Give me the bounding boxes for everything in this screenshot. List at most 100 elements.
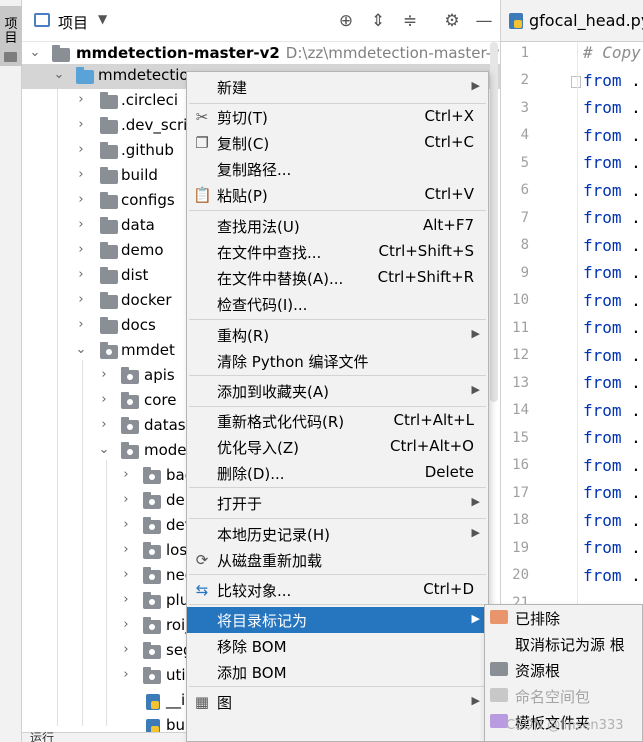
tree-label: mmdetection [98, 66, 199, 84]
locate-icon[interactable]: ⊕ [336, 11, 356, 31]
code-comment: # Copy [583, 43, 641, 62]
submenu-item-excluded[interactable]: 已排除 [485, 605, 642, 631]
menu-item-mark-directory-as[interactable]: 将目录标记为 ▶ [187, 607, 488, 633]
menu-separator [189, 686, 486, 687]
chevron-right-icon[interactable]: › [97, 417, 111, 432]
project-panel-title[interactable]: 项目 [58, 12, 88, 33]
line-number: 9 [520, 265, 529, 281]
chevron-right-icon[interactable]: › [119, 542, 133, 557]
tree-label: dist [121, 266, 149, 284]
menu-item-clean-python[interactable]: 清除 Python 编译文件 [187, 348, 488, 374]
code-line: from . [583, 566, 641, 585]
menu-item-cut[interactable]: ✂ 剪切(T) Ctrl+X [187, 104, 488, 130]
package-folder-icon [143, 492, 161, 509]
chevron-down-icon[interactable]: ⌄ [74, 342, 88, 357]
menu-item-paste[interactable]: 📋 粘贴(P) Ctrl+V [187, 182, 488, 208]
chevron-right-icon[interactable]: › [74, 92, 88, 107]
menu-item-reformat-code[interactable]: 重新格式化代码(R) Ctrl+Alt+L [187, 408, 488, 434]
chevron-down-icon[interactable]: ⌄ [52, 67, 66, 82]
menu-separator [189, 604, 486, 605]
tree-label: mmdet [121, 341, 175, 359]
line-number: 10 [512, 292, 529, 308]
menu-item-inspect-code[interactable]: 检查代码(I)... [187, 291, 488, 317]
chevron-right-icon[interactable]: › [74, 142, 88, 157]
chevron-right-icon[interactable]: › [97, 367, 111, 382]
chevron-right-icon[interactable]: › [74, 167, 88, 182]
chevron-right-icon[interactable]: › [74, 117, 88, 132]
chevron-right-icon[interactable]: › [119, 592, 133, 607]
keyword: from [583, 208, 622, 227]
chevron-right-icon[interactable]: › [119, 642, 133, 657]
code-line: from . [583, 208, 641, 227]
package-folder-icon [143, 667, 161, 684]
chevron-right-icon[interactable]: › [74, 217, 88, 232]
tree-scrollbar[interactable] [490, 42, 498, 402]
python-file-icon [509, 13, 523, 29]
chevron-right-icon[interactable]: › [74, 192, 88, 207]
menu-item-copy-path[interactable]: 复制路径... [187, 156, 488, 182]
chevron-right-icon[interactable]: › [74, 242, 88, 257]
menu-item-new[interactable]: 新建 ▶ [187, 74, 488, 100]
fold-marker-icon[interactable] [571, 76, 581, 88]
package-folder-icon [143, 542, 161, 559]
chevron-right-icon[interactable]: › [119, 567, 133, 582]
keyword: from [583, 428, 622, 447]
chevron-right-icon[interactable]: › [119, 667, 133, 682]
chevron-right-icon[interactable]: › [74, 292, 88, 307]
folder-icon [100, 192, 118, 209]
package-folder-icon [143, 567, 161, 584]
hide-panel-icon[interactable]: — [474, 11, 494, 31]
editor-tab-label: gfocal_head.py [529, 11, 643, 30]
chevron-down-icon[interactable]: ▼ [98, 12, 107, 26]
menu-item-add-to-favorites[interactable]: 添加到收藏夹(A) ▶ [187, 378, 488, 404]
folder-icon [52, 45, 70, 62]
chevron-right-icon[interactable]: › [119, 517, 133, 532]
chevron-right-icon[interactable]: › [74, 317, 88, 332]
menu-item-copy[interactable]: ❐ 复制(C) Ctrl+C [187, 130, 488, 156]
menu-item-delete[interactable]: 删除(D)... Delete [187, 460, 488, 486]
chevron-right-icon[interactable]: › [119, 467, 133, 482]
python-file-icon [146, 694, 160, 710]
expand-all-icon[interactable]: ⇕ [368, 11, 388, 31]
submenu-item-unmark-source-root[interactable]: 取消标记为源 根 [485, 631, 642, 657]
code-line: from . [583, 538, 641, 557]
chevron-right-icon[interactable]: › [119, 617, 133, 632]
menu-item-find-usages[interactable]: 查找用法(U) Alt+F7 [187, 213, 488, 239]
tree-label: .circleci [121, 91, 179, 109]
keyword: from [583, 126, 622, 145]
keyword: from [583, 566, 622, 585]
tree-label: core [144, 391, 177, 409]
code-line: from . [583, 126, 641, 145]
menu-item-refactor[interactable]: 重构(R) ▶ [187, 322, 488, 348]
namespace-package-icon [490, 688, 508, 702]
editor-tab[interactable]: gfocal_head.py [501, 0, 643, 42]
keyword: from [583, 538, 622, 557]
line-number: 4 [520, 127, 529, 143]
chevron-down-icon[interactable]: ⌄ [97, 442, 111, 457]
menu-item-open-in[interactable]: 打开于 ▶ [187, 490, 488, 516]
keyword: from [583, 456, 622, 475]
chevron-down-icon[interactable]: ⌄ [28, 45, 42, 60]
project-tool-tab[interactable]: 项目 [0, 6, 22, 66]
menu-item-find-in-files[interactable]: 在文件中查找... Ctrl+Shift+S [187, 239, 488, 265]
keyword: from [583, 401, 622, 420]
menu-item-local-history[interactable]: 本地历史记录(H) ▶ [187, 521, 488, 547]
run-tab-label[interactable]: 运行 [30, 729, 54, 742]
tree-label: configs [121, 191, 175, 209]
submenu-arrow-icon: ▶ [471, 79, 480, 92]
menu-item-optimize-imports[interactable]: 优化导入(Z) Ctrl+Alt+O [187, 434, 488, 460]
menu-item-compare-with[interactable]: ⇆ 比较对象... Ctrl+D [187, 577, 488, 603]
collapse-all-icon[interactable]: ≑ [400, 11, 420, 31]
chevron-right-icon[interactable]: › [119, 492, 133, 507]
line-number: 8 [520, 237, 529, 253]
menu-item-diagrams[interactable]: ▦ 图 ▶ [187, 689, 488, 715]
menu-item-replace-in-files[interactable]: 在文件中替换(A)... Ctrl+Shift+R [187, 265, 488, 291]
submenu-item-resource-root[interactable]: 资源根 [485, 657, 642, 683]
submenu-arrow-icon: ▶ [471, 694, 480, 707]
menu-item-add-bom[interactable]: 添加 BOM [187, 659, 488, 685]
chevron-right-icon[interactable]: › [74, 267, 88, 282]
chevron-right-icon[interactable]: › [97, 392, 111, 407]
gear-icon[interactable]: ⚙ [442, 11, 462, 31]
menu-item-reload-from-disk[interactable]: ⟳ 从磁盘重新加载 [187, 547, 488, 573]
menu-item-remove-bom[interactable]: 移除 BOM [187, 633, 488, 659]
